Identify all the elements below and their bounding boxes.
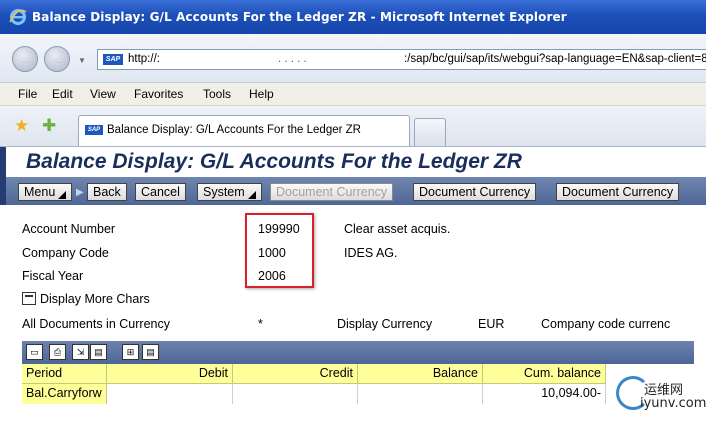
menu-file[interactable]: File [18, 87, 37, 101]
account-description: Clear asset acquis. [344, 222, 451, 236]
menu-help[interactable]: Help [249, 87, 274, 101]
menu-button[interactable]: Menu [18, 183, 73, 201]
layout-dropdown-icon[interactable]: ▤ [142, 344, 159, 360]
display-more-chars-label: Display More Chars [40, 292, 150, 306]
favorites-star-icon[interactable]: ★ [14, 116, 29, 136]
cancel-button[interactable]: Cancel [135, 183, 186, 201]
company-code-label: Company Code [22, 246, 109, 260]
menu-dropdown-icon [58, 191, 67, 199]
column-header-cum-balance[interactable]: Cum. balance [483, 364, 606, 384]
document-currency-button-2[interactable]: Document Currency [413, 183, 537, 201]
page-title: Balance Display: G/L Accounts For the Le… [26, 150, 522, 173]
alv-toolbar: ▭ ⎙ ⇲ ▤ ⊞ ▤ [22, 341, 694, 364]
back-button[interactable]: Back [87, 183, 127, 201]
export-icon[interactable]: ⇲ [72, 344, 89, 360]
back-arrow-icon: ← [18, 50, 32, 66]
display-currency-label: Display Currency [337, 317, 433, 331]
separator-arrow-icon: ▶ [76, 187, 84, 198]
back-nav-button[interactable]: ← [12, 46, 38, 72]
all-documents-value: * [258, 317, 263, 331]
account-number-label: Account Number [22, 222, 116, 236]
history-dropdown-icon[interactable]: ▼ [78, 56, 86, 65]
menu-view[interactable]: View [90, 87, 116, 101]
export-dropdown-icon[interactable]: ▤ [90, 344, 107, 360]
watermark-line2: iyunv.com [640, 396, 706, 411]
details-icon[interactable]: ▭ [26, 344, 43, 360]
table-cell-cum-balance[interactable]: 10,094.00- [483, 384, 606, 404]
system-button[interactable]: System [197, 183, 262, 201]
url-path: :/sap/bc/gui/sap/its/webgui?sap-language… [404, 53, 706, 65]
table-cell-debit[interactable] [107, 384, 233, 404]
menu-button-label: Menu [24, 185, 56, 199]
company-code-currency-label: Company code currenc [541, 317, 671, 331]
document-currency-button-3[interactable]: Document Currency [556, 183, 680, 201]
internet-explorer-icon [9, 9, 27, 25]
sap-favicon-icon: SAP [103, 54, 123, 65]
folder-tree-icon [22, 292, 36, 305]
column-header-balance[interactable]: Balance [358, 364, 483, 384]
forward-arrow-icon: → [50, 50, 64, 66]
menu-bar: File Edit View Favorites Tools Help [0, 83, 706, 106]
address-bar[interactable]: SAP http://: . . . . . :/sap/bc/gui/sap/… [97, 49, 706, 70]
system-dropdown-icon [247, 191, 256, 199]
window-title: Balance Display: G/L Accounts For the Le… [32, 10, 567, 24]
system-button-label: System [203, 185, 245, 199]
layout-icon[interactable]: ⊞ [122, 344, 139, 360]
table-cell-period[interactable]: Bal.Carryforw [22, 384, 107, 404]
document-currency-button-disabled: Document Currency [270, 183, 394, 201]
tab-row: ★ ✚ SAP Balance Display: G/L Accounts Fo… [0, 106, 706, 147]
print-icon[interactable]: ⎙ [49, 344, 66, 360]
fiscal-year-label: Fiscal Year [22, 269, 84, 283]
url-obscured: . . . . . [278, 53, 307, 65]
company-description: IDES AG. [344, 246, 398, 260]
highlight-box [245, 213, 314, 288]
forward-nav-button[interactable]: → [44, 46, 70, 72]
add-favorite-icon[interactable]: ✚ [42, 116, 56, 136]
column-header-period[interactable]: Period [22, 364, 107, 384]
column-header-credit[interactable]: Credit [233, 364, 358, 384]
tab-title: Balance Display: G/L Accounts For the Le… [107, 124, 361, 136]
new-tab-button[interactable] [414, 118, 446, 146]
menu-favorites[interactable]: Favorites [134, 87, 183, 101]
site-watermark: 运维网 iyunv.com [614, 372, 706, 416]
display-currency-value: EUR [478, 317, 505, 331]
menu-tools[interactable]: Tools [203, 87, 231, 101]
menu-edit[interactable]: Edit [52, 87, 73, 101]
all-documents-label: All Documents in Currency [22, 317, 170, 331]
table-cell-credit[interactable] [233, 384, 358, 404]
column-header-debit[interactable]: Debit [107, 364, 233, 384]
sap-tab-icon: SAP [85, 125, 103, 135]
display-more-chars-button[interactable]: Display More Chars [22, 292, 150, 306]
sap-title-area: Balance Display: G/L Accounts For the Le… [0, 147, 706, 177]
url-prefix: http://: [128, 53, 160, 65]
table-cell-balance[interactable] [358, 384, 483, 404]
browser-tab-active[interactable]: SAP Balance Display: G/L Accounts For th… [78, 115, 410, 146]
sap-toolbar: Menu ▶ Back Cancel System Document Curre… [0, 177, 706, 205]
window-title-bar: Balance Display: G/L Accounts For the Le… [0, 0, 706, 34]
address-toolbar: ← → ▼ SAP http://: . . . . . :/sap/bc/gu… [0, 34, 706, 83]
